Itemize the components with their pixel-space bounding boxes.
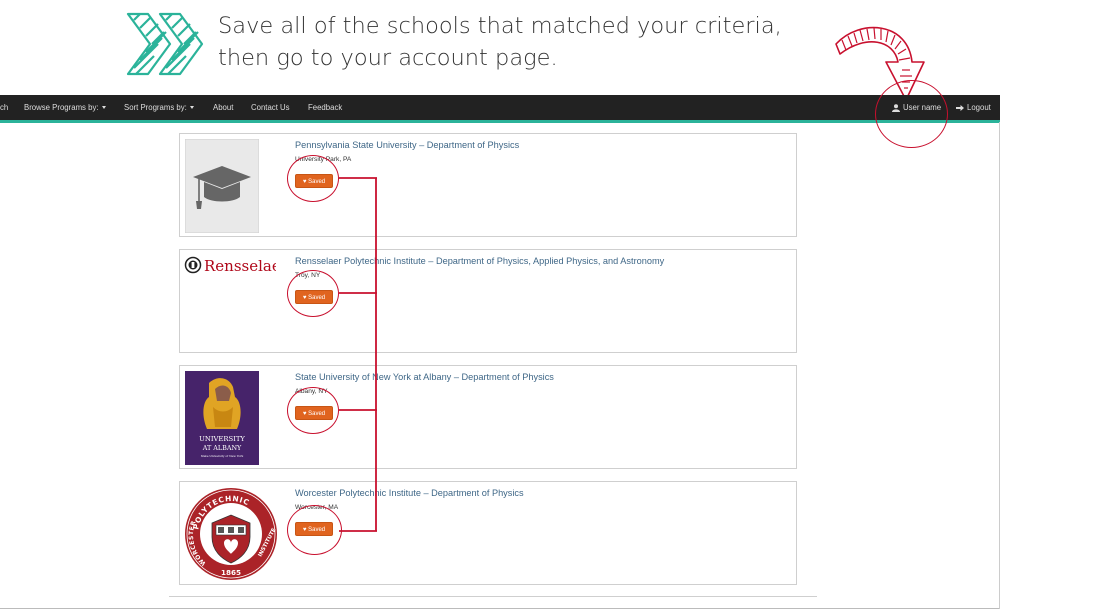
nav-browse-label: Browse Programs by: [24,103,99,112]
saved-button[interactable]: ♥ Saved [295,290,333,304]
wpi-seal-year: 1865 [221,568,241,577]
nav-browse-dropdown[interactable]: Browse Programs by: [24,95,106,120]
rensselaer-logo: Rensselaer [184,256,276,275]
nav-user-label: User name [903,103,942,112]
program-title-link[interactable]: Pennsylvania State University – Departme… [295,140,519,150]
nav-about-link[interactable]: About [213,95,233,120]
instruction-text: Save all of the schools that matched you… [218,10,818,74]
double-chevron-icon [126,12,204,76]
rensselaer-logo-text: Rensselaer [204,257,276,275]
page-right-border [999,122,1000,609]
saved-button[interactable]: ♥ Saved [295,522,333,536]
wpi-seal: POLYTECHNIC WORCESTER INSTITUTE 1865 [185,488,278,580]
program-card: UNIVERSITY AT ALBANY State University of… [179,365,797,469]
heart-icon: ♥ [302,295,307,301]
arrow-right-icon [956,104,964,111]
program-title-link[interactable]: Rensselaer Polytechnic Institute – Depar… [295,256,664,266]
user-icon [892,104,900,112]
heart-icon: ♥ [302,411,307,417]
ualbany-logo-text-2: AT ALBANY [202,444,242,452]
program-title-link[interactable]: State University of New York at Albany –… [295,372,554,382]
saved-label: Saved [308,179,326,185]
program-location: Troy, NY [295,272,321,279]
nav-sort-dropdown[interactable]: Sort Programs by: [124,95,194,120]
navbar: ch Browse Programs by: Sort Programs by:… [0,95,1000,123]
nav-feedback-link[interactable]: Feedback [308,95,342,120]
list-divider [169,596,817,597]
program-location: Albany, NY [295,388,328,395]
saved-button[interactable]: ♥ Saved [295,406,333,420]
nav-sort-label: Sort Programs by: [124,103,187,112]
nav-contact-link[interactable]: Contact Us [251,95,290,120]
program-card: Rensselaer Rensselaer Polytechnic Instit… [179,249,797,353]
curved-arrow-icon [835,26,925,101]
caret-down-icon [101,106,106,110]
ualbany-logo: UNIVERSITY AT ALBANY State University of… [185,371,259,465]
program-title-link[interactable]: Worcester Polytechnic Institute – Depart… [295,488,524,498]
instruction-line-1: Save all of the schools that matched you… [218,13,782,39]
program-card: Pennsylvania State University – Departme… [179,133,797,237]
ualbany-logo-text-3: State University of New York [201,454,244,458]
instruction-line-2: then go to your account page. [218,45,558,71]
program-card: POLYTECHNIC WORCESTER INSTITUTE 1865 Wor… [179,481,797,585]
saved-label: Saved [308,411,326,417]
saved-label: Saved [308,527,326,533]
nav-logout-label: Logout [967,103,991,112]
caret-down-icon [189,106,194,110]
program-location: Worcester, MA [295,504,339,511]
saved-button[interactable]: ♥ Saved [295,174,333,188]
nav-search-link[interactable]: ch [0,95,8,120]
heart-icon: ♥ [302,527,307,533]
graduation-cap-icon [185,139,259,233]
heart-icon: ♥ [302,179,307,185]
ualbany-logo-text: UNIVERSITY [199,435,245,443]
nav-logout-link[interactable]: Logout [956,95,991,120]
saved-label: Saved [308,295,326,301]
program-location: University Park, PA [295,156,352,163]
nav-user-link[interactable]: User name [892,95,941,120]
page-bottom-border [0,608,1000,609]
